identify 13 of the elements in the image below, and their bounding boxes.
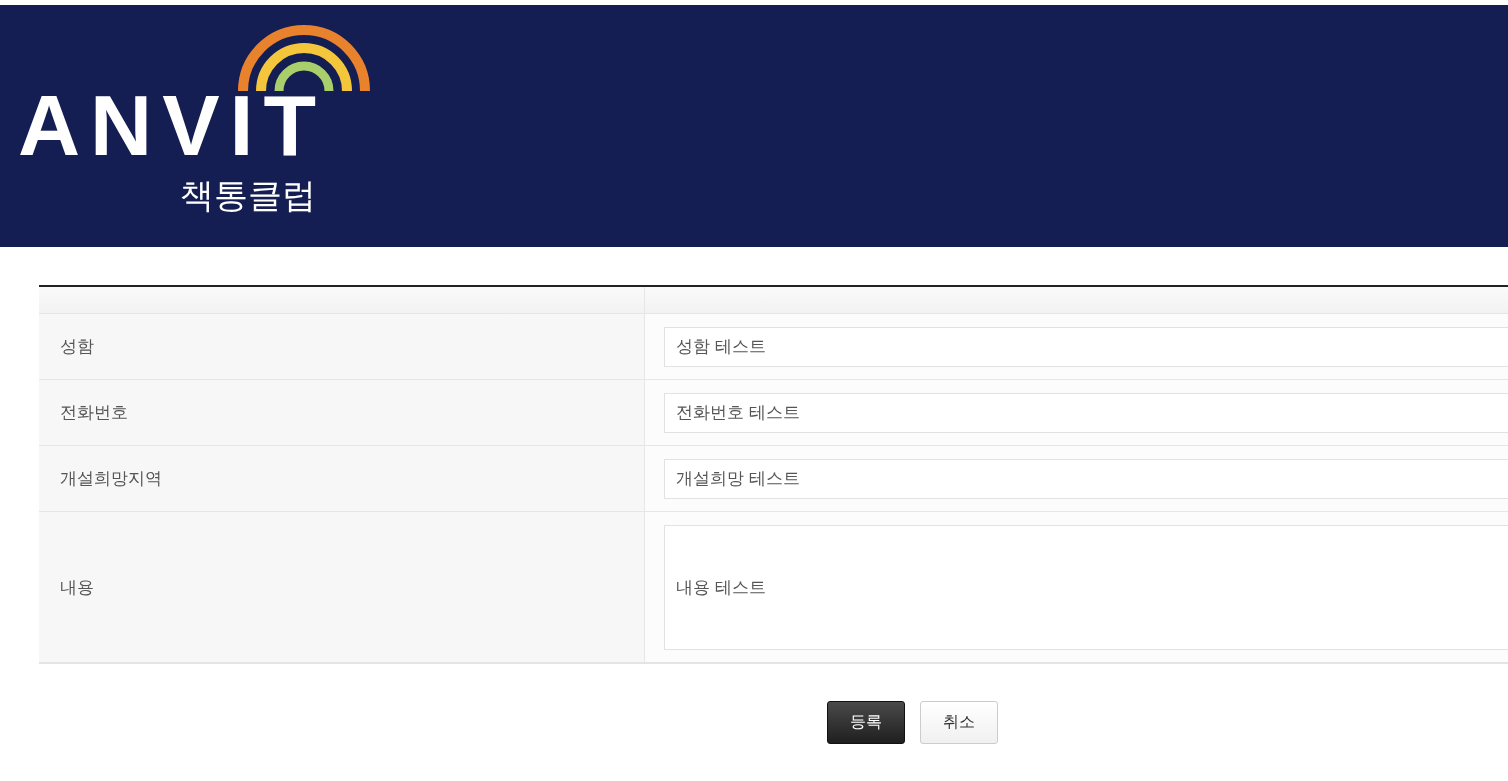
field-label: 성함 xyxy=(60,335,94,358)
field-label: 내용 xyxy=(60,575,94,599)
rainbow-icon xyxy=(238,25,370,91)
input-field[interactable]: 성함 테스트 xyxy=(664,326,1508,367)
logo-subtitle: 책통클럽 xyxy=(180,175,316,215)
field-label: 전화번호 xyxy=(60,401,128,424)
field-label: 개설희망지역 xyxy=(60,467,162,490)
text-area[interactable]: 내용 테스트 xyxy=(664,524,1508,650)
input-field[interactable]: 전화번호 테스트 xyxy=(664,392,1508,433)
logo-wordmark: ANVIT xyxy=(18,91,326,159)
submit-button[interactable]: 등록 xyxy=(827,701,905,744)
input-field[interactable]: 개설희망 테스트 xyxy=(664,458,1508,499)
cancel-button[interactable]: 취소 xyxy=(920,701,998,744)
